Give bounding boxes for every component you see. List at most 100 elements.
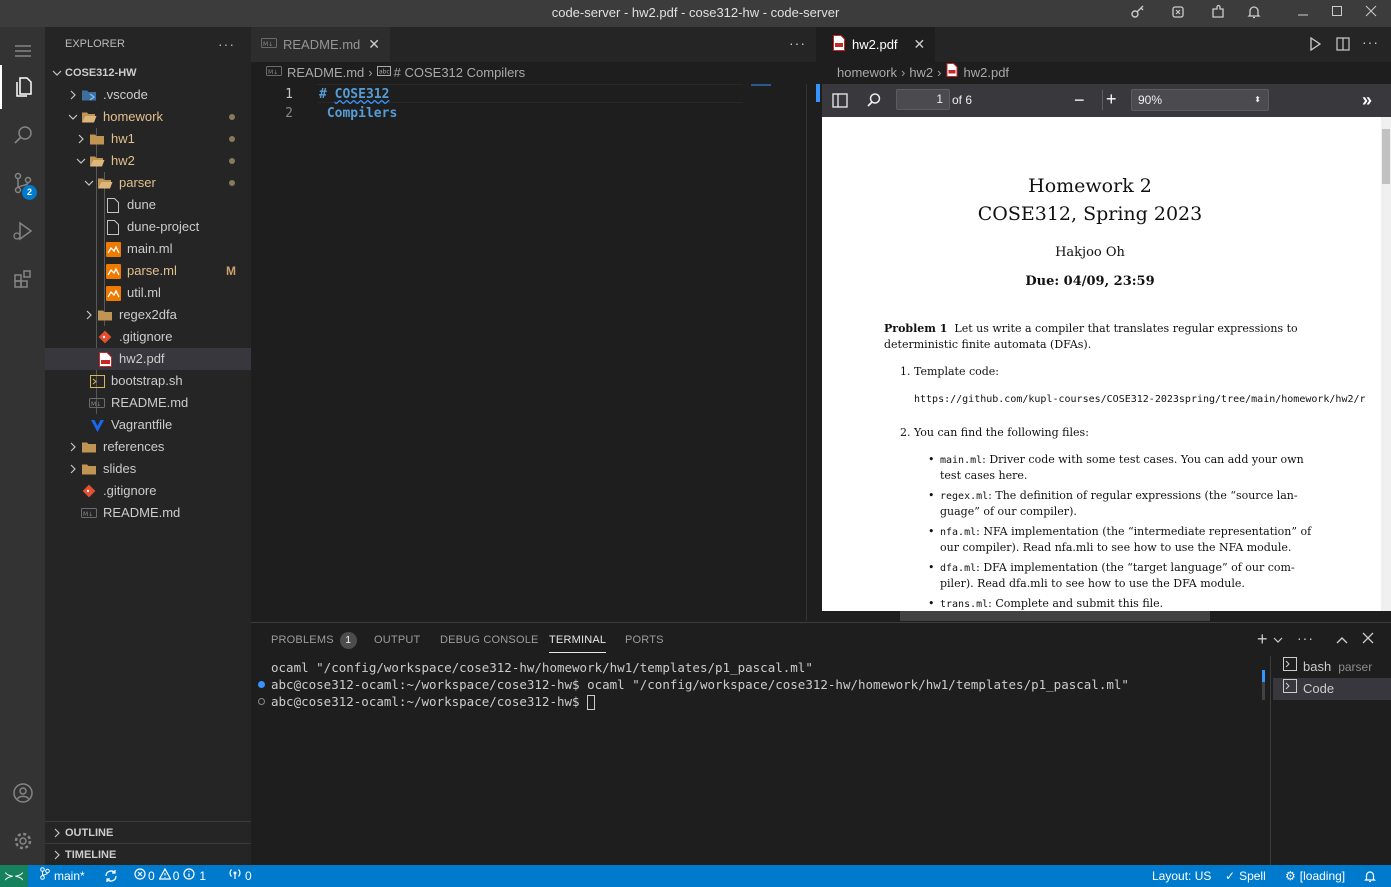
extensions-icon[interactable] — [0, 257, 45, 301]
scrollbar-thumb[interactable] — [900, 611, 1210, 621]
workspace-root[interactable]: COSE312-HW — [45, 62, 251, 84]
tab-hw2-pdf[interactable]: hw2.pdf ✕ — [822, 27, 936, 62]
search-icon[interactable] — [0, 113, 45, 157]
new-terminal-button[interactable]: + — [1257, 630, 1268, 648]
tree-item-dune-project[interactable]: dune-project — [45, 216, 251, 238]
branch-indicator[interactable]: main* — [40, 865, 85, 887]
tab-ports[interactable]: PORTS — [625, 623, 664, 658]
terminal-cursor — [587, 695, 596, 710]
tree-item-vscode[interactable]: .vscode — [45, 84, 251, 106]
spell-indicator[interactable]: ✓ Spell — [1225, 865, 1266, 887]
tab-problems[interactable]: PROBLEMS 1 — [271, 623, 357, 658]
chevron-down-icon[interactable] — [1273, 633, 1283, 648]
ports-indicator[interactable]: 0 — [228, 865, 252, 887]
terminal-scrollbar[interactable] — [1262, 670, 1265, 700]
tree-item-hw2-pdf[interactable]: hw2.pdf — [45, 348, 251, 370]
tree-item-hw2[interactable]: hw2 — [45, 150, 251, 172]
breadcrumb-symbol[interactable]: # COSE312 Compilers — [394, 62, 526, 84]
keyboard-layout[interactable]: Layout: US — [1152, 865, 1211, 887]
tree-item-homework[interactable]: homework — [45, 106, 251, 128]
tools-menu-icon[interactable]: » — [1362, 90, 1372, 110]
close-panel-icon[interactable] — [1362, 632, 1374, 647]
settings-gear-icon[interactable] — [0, 819, 45, 863]
notifications-bell-icon[interactable] — [1363, 865, 1377, 887]
minimap[interactable] — [751, 84, 771, 86]
loading-indicator[interactable]: ⚙ [loading] — [1285, 865, 1345, 887]
tree-item-references[interactable]: references — [45, 436, 251, 458]
breadcrumb-bar-right: homework › hw2 › hw2.pdf — [822, 62, 1391, 84]
breadcrumb-file[interactable]: README.md — [287, 62, 364, 84]
bullet-icon: • — [928, 489, 935, 502]
bell-icon[interactable] — [1245, 4, 1263, 22]
editor-more-actions-button[interactable]: ··· — [789, 35, 806, 51]
command-success-icon[interactable] — [258, 681, 265, 688]
remote-indicator[interactable]: ≻≺ — [0, 865, 28, 887]
pdf-vertical-scrollbar[interactable] — [1381, 117, 1391, 611]
breadcrumb-hw2[interactable]: hw2 — [909, 62, 933, 84]
pdf-page[interactable]: Homework 2 COSE312, Spring 2023 Hakjoo O… — [822, 117, 1391, 611]
zoom-select[interactable]: 90% ⬍ — [1131, 89, 1269, 111]
minimize-icon[interactable] — [1294, 4, 1312, 22]
tab-terminal[interactable]: TERMINAL — [549, 623, 607, 653]
vscode-folder-icon — [81, 87, 97, 103]
tree-item-readme-md[interactable]: M↓ README.md — [45, 502, 251, 524]
tab-output[interactable]: OUTPUT — [374, 623, 420, 658]
explorer-more-button[interactable]: ··· — [218, 27, 235, 62]
page-number-input[interactable]: 1 — [896, 89, 950, 110]
tab-hw2-pdf-label: hw2.pdf — [852, 37, 898, 52]
run-icon[interactable] — [1308, 36, 1322, 54]
find-icon[interactable] — [866, 92, 882, 111]
copilot-icon[interactable] — [1169, 4, 1187, 22]
git-file-icon — [81, 483, 97, 499]
maximize-icon[interactable] — [1328, 4, 1346, 22]
zoom-in-button[interactable]: + — [1106, 89, 1117, 109]
window-close-icon[interactable] — [1362, 4, 1380, 22]
outline-section[interactable]: OUTLINE — [45, 821, 251, 843]
tree-item-vagrantfile[interactable]: Vagrantfile — [45, 414, 251, 436]
title-bar: code-server - hw2.pdf - cose312-hw - cod… — [0, 0, 1391, 27]
tree-item-parse-ml[interactable]: parse.ml M — [45, 260, 251, 282]
editor2-more-actions-button[interactable]: ··· — [1362, 34, 1379, 50]
pdf-horizontal-scrollbar[interactable] — [822, 611, 1391, 621]
zoom-out-button[interactable]: − — [1074, 91, 1085, 109]
key-icon[interactable] — [1129, 4, 1147, 22]
problems-indicator[interactable]: 0 0 1 — [134, 865, 206, 887]
sync-icon[interactable] — [104, 865, 118, 887]
explorer-sidebar: EXPLORER ··· COSE312-HW .vscode homework h… — [45, 27, 251, 865]
explorer-icon[interactable] — [0, 65, 45, 109]
account-icon[interactable] — [0, 771, 45, 815]
run-debug-icon[interactable] — [0, 209, 45, 253]
loading-label: [loading] — [1299, 869, 1346, 883]
breadcrumb-homework[interactable]: homework — [837, 62, 897, 84]
tab-readme[interactable]: M↓ README.md ✕ — [251, 27, 391, 62]
maximize-panel-icon[interactable] — [1336, 633, 1348, 648]
tab-debug-console[interactable]: DEBUG CONSOLE — [440, 623, 539, 658]
panel-more-button[interactable]: ··· — [1297, 630, 1314, 646]
tab-close-icon[interactable]: ✕ — [914, 36, 926, 53]
tree-item-gitignore[interactable]: .gitignore — [45, 480, 251, 502]
tree-item-slides[interactable]: slides — [45, 458, 251, 480]
tab-close-icon[interactable]: ✕ — [368, 36, 380, 53]
breadcrumb-hw2-pdf[interactable]: hw2.pdf — [964, 62, 1010, 84]
readme-editor[interactable]: 1 # COSE312 Compilers 2 — [251, 84, 816, 621]
split-editor-icon[interactable] — [1336, 37, 1350, 54]
tree-item-bootstrap-sh[interactable]: bootstrap.sh — [45, 370, 251, 392]
source-control-icon[interactable]: 2 — [0, 161, 45, 205]
terminal-item-code[interactable]: Code — [1273, 678, 1391, 700]
sidebar-toggle-icon[interactable] — [832, 93, 848, 111]
timeline-section[interactable]: TIMELINE — [45, 843, 251, 865]
tree-item-label: bootstrap.sh — [111, 373, 183, 388]
tree-item-regex2dfa[interactable]: regex2dfa — [45, 304, 251, 326]
tree-item-gitignore[interactable]: .gitignore — [45, 326, 251, 348]
terminal-item-bash[interactable]: bash parser — [1273, 656, 1391, 678]
tree-item-hw1[interactable]: hw1 — [45, 128, 251, 150]
tree-item-parser[interactable]: parser — [45, 172, 251, 194]
tree-item-readme-md[interactable]: M↓ README.md — [45, 392, 251, 414]
extension-icon[interactable] — [1209, 4, 1227, 22]
tree-item-util-ml[interactable]: util.ml — [45, 282, 251, 304]
tree-item-dune[interactable]: dune — [45, 194, 251, 216]
tree-item-main-ml[interactable]: main.ml — [45, 238, 251, 260]
scrollbar-thumb[interactable] — [1382, 129, 1390, 184]
